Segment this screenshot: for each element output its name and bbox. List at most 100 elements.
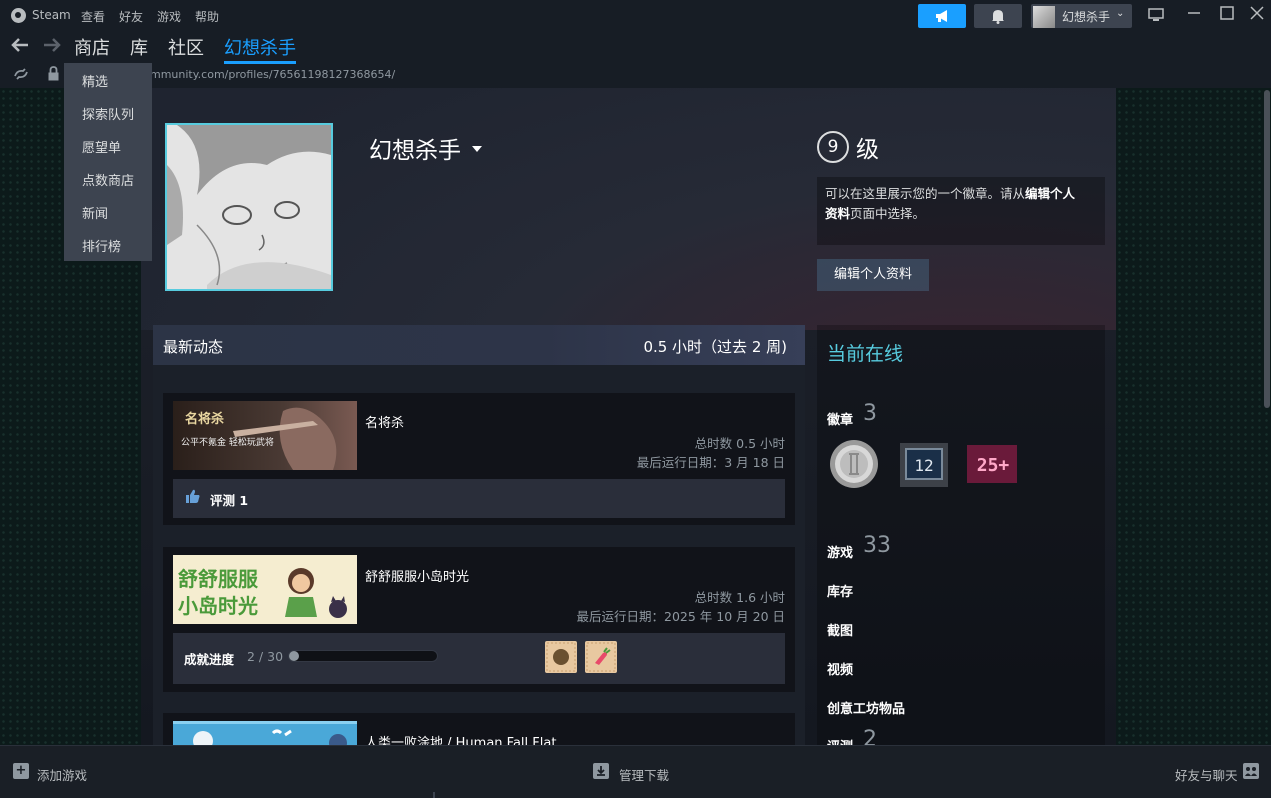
- achievement-icon[interactable]: [545, 641, 577, 673]
- menu-help[interactable]: 帮助: [195, 8, 219, 25]
- online-status-title: 当前在线: [827, 343, 904, 365]
- store-dropdown-menu: 精选 探索队列 愿望单 点数商店 新闻 排行榜: [64, 63, 152, 261]
- achievement-icon[interactable]: [585, 641, 617, 673]
- game-review-row[interactable]: 评测 1: [173, 479, 785, 518]
- achievement-count: 2 / 30: [247, 649, 284, 664]
- thumbs-up-icon: [186, 489, 200, 503]
- videos-link[interactable]: 视频: [827, 659, 853, 678]
- friends-icon[interactable]: [1243, 763, 1259, 779]
- screenshots-link[interactable]: 截图: [827, 620, 853, 639]
- steam-client-window: Steam 查看 好友 游戏 帮助 幻想杀手 ⌄ 商店 库 社区 幻想杀手 mm…: [0, 0, 1271, 798]
- level-label: 级: [856, 137, 879, 163]
- games-label[interactable]: 游戏: [827, 542, 853, 561]
- account-name: 幻想杀手: [1062, 10, 1111, 24]
- nav-community[interactable]: 社区: [168, 34, 204, 60]
- menu-item-charts[interactable]: 排行榜: [82, 236, 121, 255]
- game-last-played: 最后运行日期：3 月 18 日: [636, 455, 785, 470]
- level-badge[interactable]: 9: [817, 131, 849, 163]
- recent-activity-header: 最新动态 0.5 小时（过去 2 周): [153, 325, 805, 365]
- badge-note-link[interactable]: 编辑个人: [1025, 186, 1075, 201]
- account-menu[interactable]: 幻想杀手 ⌄: [1031, 4, 1132, 28]
- nav-store[interactable]: 商店: [74, 34, 110, 60]
- profile-avatar[interactable]: [165, 123, 333, 291]
- achievement-progress-row[interactable]: 成就进度 2 / 30: [173, 633, 785, 684]
- maximize-icon[interactable]: [1220, 6, 1234, 20]
- game-total-hours: 总时数 0.5 小时: [694, 436, 785, 451]
- games-count[interactable]: 33: [863, 533, 891, 558]
- achievement-progress-bar: [288, 650, 438, 662]
- plus-icon[interactable]: +: [13, 763, 29, 779]
- badge-note-text-2: 页面中选择。: [850, 206, 926, 221]
- minimize-icon[interactable]: [1187, 6, 1201, 20]
- game-name[interactable]: 舒舒服服小岛时光: [365, 566, 469, 585]
- scrollbar[interactable]: [1264, 90, 1270, 408]
- menu-friends[interactable]: 好友: [119, 8, 143, 25]
- game-capsule[interactable]: 名将杀 公平不氪金 轻松玩武将: [173, 401, 357, 470]
- menu-item-discovery-queue[interactable]: 探索队列: [82, 104, 134, 123]
- title-bar: Steam 查看 好友 游戏 帮助 幻想杀手 ⌄: [0, 0, 1271, 32]
- menu-item-news[interactable]: 新闻: [82, 203, 108, 222]
- profile-name[interactable]: 幻想杀手: [369, 131, 461, 165]
- badge-note-link-2[interactable]: 资料: [825, 206, 850, 221]
- featured-badge-note: 可以在这里展示您的一个徽章。请从编辑个人 资料页面中选择。: [817, 177, 1105, 245]
- capsule-title-line-1: 舒舒服服: [178, 567, 259, 591]
- monitor-icon[interactable]: [1148, 8, 1164, 22]
- manage-downloads-button[interactable]: 管理下载: [619, 765, 669, 784]
- recent-hours: 0.5 小时（过去 2 周): [643, 338, 787, 356]
- online-status-panel: 当前在线 徽章 3 12 25+ 游戏 33 库存 截图 视频 创意工坊物品 评…: [817, 325, 1105, 755]
- menu-games[interactable]: 游戏: [157, 8, 181, 25]
- megaphone-icon: [936, 10, 947, 22]
- game-capsule[interactable]: [173, 721, 357, 745]
- menu-steam[interactable]: Steam: [32, 8, 71, 22]
- back-arrow-icon[interactable]: [10, 36, 30, 54]
- url-text[interactable]: mmunity.com/profiles/76561198127368654/: [150, 68, 395, 81]
- game-collector-badge-icon[interactable]: 25+: [965, 440, 1017, 488]
- game-last-played: 最后运行日期：2025 年 10 月 20 日: [576, 609, 786, 624]
- menu-item-points-shop[interactable]: 点数商店: [82, 170, 134, 189]
- game-total-hours: 总时数 1.6 小时: [694, 590, 785, 605]
- badge-years-text: 25+: [977, 455, 1010, 476]
- badge-level-text: 12: [914, 456, 933, 475]
- friends-chat-button[interactable]: 好友与聊天: [1175, 765, 1238, 784]
- announcements-button[interactable]: [918, 4, 966, 28]
- menu-item-wishlist[interactable]: 愿望单: [82, 137, 121, 156]
- capsule-tagline-text: 公平不氪金 轻松玩武将: [181, 436, 274, 448]
- download-icon[interactable]: [593, 763, 609, 779]
- chevron-down-icon: ⌄: [1116, 8, 1125, 19]
- years-of-service-badge-icon[interactable]: 12: [898, 440, 950, 488]
- menu-view[interactable]: 查看: [81, 8, 105, 25]
- inventory-link[interactable]: 库存: [827, 581, 853, 600]
- menu-item-featured[interactable]: 精选: [82, 71, 108, 90]
- capsule-title-line-2: 小岛时光: [178, 594, 258, 618]
- edit-profile-button[interactable]: 编辑个人资料: [817, 259, 929, 291]
- bottom-bar: + 添加游戏 管理下载 好友与聊天: [0, 745, 1271, 798]
- game-name[interactable]: 人类一败涂地 / Human Fall Flat: [365, 732, 556, 745]
- badges-label[interactable]: 徽章: [827, 409, 853, 428]
- caret-down-icon[interactable]: [472, 146, 482, 152]
- lock-icon: [48, 66, 59, 81]
- close-icon[interactable]: [1250, 6, 1264, 20]
- badge-icon[interactable]: [827, 440, 879, 488]
- game-card: 名将杀 公平不氪金 轻松玩武将 名将杀 总时数 0.5 小时 最后运行日期：3 …: [163, 393, 795, 525]
- achievement-label: 成就进度: [184, 652, 235, 667]
- notifications-button[interactable]: [974, 4, 1022, 28]
- add-game-button[interactable]: 添加游戏: [37, 765, 87, 784]
- avatar: [1033, 6, 1055, 28]
- nav-profile[interactable]: 幻想杀手: [224, 34, 296, 64]
- capsule-title-text: 名将杀: [185, 411, 224, 427]
- review-label: 评测 1: [210, 493, 249, 508]
- profile-background-right: [1116, 88, 1271, 745]
- game-name[interactable]: 名将杀: [365, 412, 404, 431]
- badges-count[interactable]: 3: [863, 401, 877, 426]
- recent-activity-title: 最新动态: [163, 338, 224, 356]
- divider: [433, 792, 435, 798]
- forward-arrow-icon[interactable]: [42, 36, 62, 54]
- workshop-link[interactable]: 创意工坊物品: [827, 698, 905, 717]
- steam-logo-icon[interactable]: [11, 8, 26, 23]
- achievement-progress-fill: [289, 651, 299, 661]
- game-capsule[interactable]: 舒舒服服 小岛时光: [173, 555, 357, 624]
- badge-note-text: 可以在这里展示您的一个徽章。请从: [825, 186, 1026, 201]
- refresh-icon[interactable]: [12, 67, 30, 81]
- nav-library[interactable]: 库: [130, 34, 148, 60]
- game-card: 人类一败涂地 / Human Fall Flat: [163, 713, 795, 745]
